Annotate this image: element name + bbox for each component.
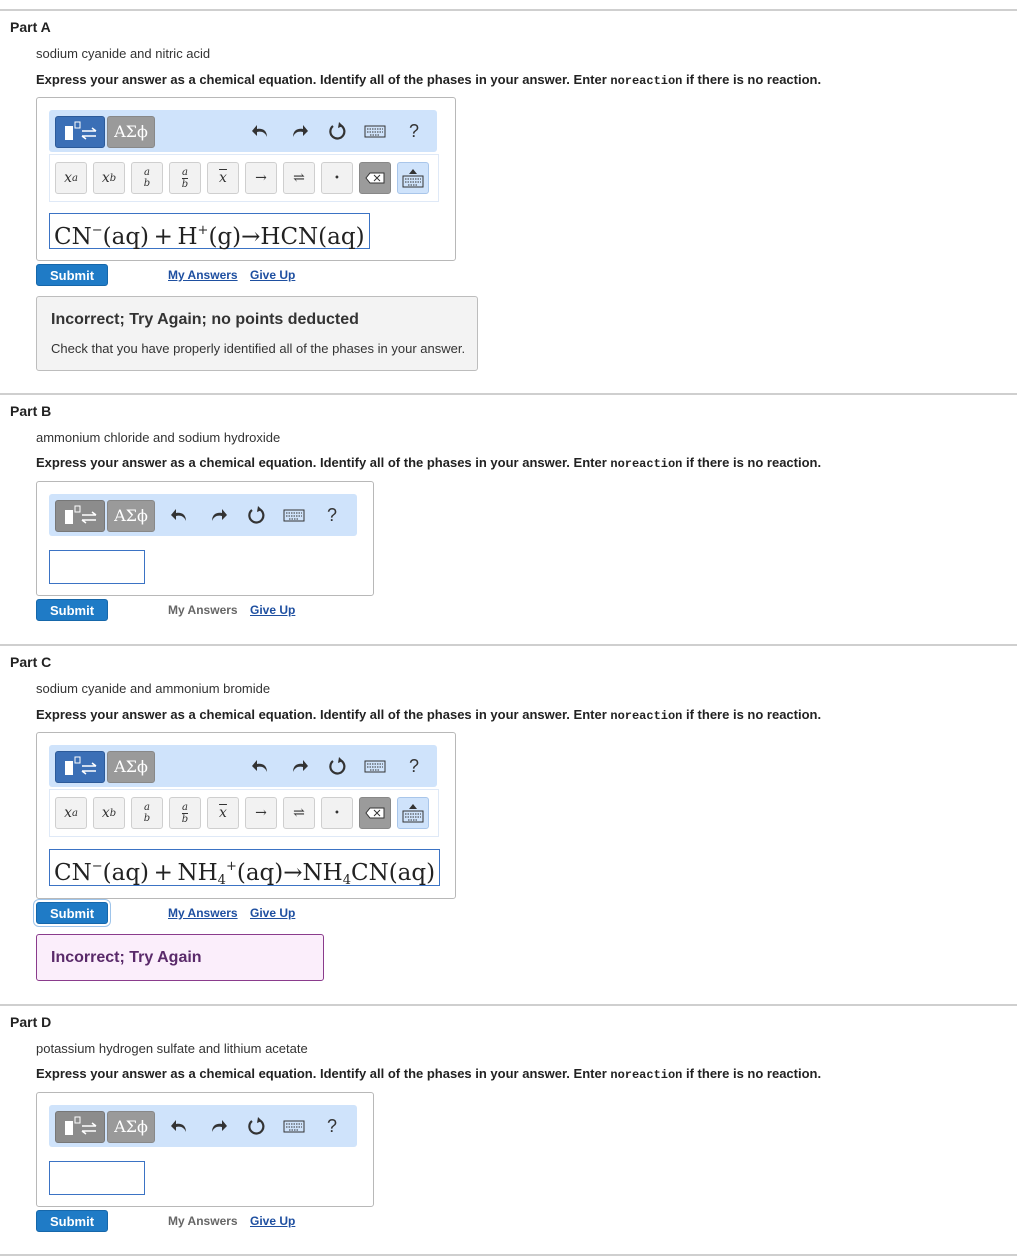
- subscript-key[interactable]: xb: [93, 162, 125, 194]
- part-c-instructions: Express your answer as a chemical equati…: [36, 707, 822, 723]
- greek-symbols-button[interactable]: ΑΣϕ: [107, 116, 155, 148]
- part-c-give-up-link[interactable]: Give Up: [250, 906, 295, 920]
- dot-key[interactable]: •: [321, 797, 353, 829]
- part-b-submit-button[interactable]: Submit: [36, 599, 108, 621]
- part-b-equation-editor: ΑΣϕ ?: [36, 481, 374, 596]
- backspace-icon[interactable]: [359, 162, 391, 194]
- editor-toolbar: ΑΣϕ ?: [49, 1105, 357, 1147]
- editor-toolbar: ΑΣϕ ?: [49, 110, 437, 152]
- undo-icon[interactable]: [168, 1114, 192, 1138]
- keyboard-shortcuts-icon[interactable]: [282, 503, 306, 527]
- templates-button[interactable]: [55, 751, 105, 783]
- redo-icon[interactable]: [206, 503, 230, 527]
- part-a-title: Part A: [10, 19, 51, 35]
- overline-key[interactable]: x: [207, 797, 239, 829]
- part-c-question: sodium cyanide and ammonium bromide: [36, 681, 271, 696]
- part-c-my-answers-link[interactable]: My Answers: [168, 906, 238, 920]
- part-a-feedback: Incorrect; Try Again; no points deducted…: [36, 296, 478, 371]
- redo-icon[interactable]: [287, 119, 311, 143]
- divider: [0, 393, 1017, 395]
- reset-icon[interactable]: [325, 119, 349, 143]
- equilibrium-arrow-key[interactable]: ⇌: [283, 797, 315, 829]
- overline-key[interactable]: x: [207, 162, 239, 194]
- part-a-instructions: Express your answer as a chemical equati…: [36, 72, 822, 88]
- keyboard-shortcuts-icon[interactable]: [363, 754, 387, 778]
- part-c-equation-editor: ΑΣϕ ? xa xb ab ab x → ⇌ • CN−(aq) + NH4+…: [36, 732, 456, 899]
- redo-icon[interactable]: [287, 754, 311, 778]
- reaction-arrow-key[interactable]: →: [245, 162, 277, 194]
- part-d-give-up-link[interactable]: Give Up: [250, 1214, 295, 1228]
- greek-symbols-button[interactable]: ΑΣϕ: [107, 1111, 155, 1143]
- fraction-key[interactable]: ab: [131, 162, 163, 194]
- part-a-answer-field[interactable]: CN−(aq) + H+(g)→HCN(aq): [49, 213, 370, 250]
- part-a-give-up-link[interactable]: Give Up: [250, 268, 295, 282]
- part-a-my-answers-link[interactable]: My Answers: [168, 268, 238, 282]
- part-c-answer-field[interactable]: CN−(aq) + NH4+(aq)→NH4CN(aq): [49, 849, 441, 888]
- templates-button[interactable]: [55, 500, 105, 532]
- part-a-submit-button[interactable]: Submit: [36, 264, 108, 286]
- part-d-submit-button[interactable]: Submit: [36, 1210, 108, 1232]
- reset-icon[interactable]: [244, 1114, 268, 1138]
- redo-icon[interactable]: [206, 1114, 230, 1138]
- reaction-arrow-key[interactable]: →: [245, 797, 277, 829]
- reset-icon[interactable]: [244, 503, 268, 527]
- part-d-question: potassium hydrogen sulfate and lithium a…: [36, 1041, 308, 1056]
- keyboard-shortcuts-icon[interactable]: [282, 1114, 306, 1138]
- feedback-text: Check that you have properly identified …: [51, 341, 466, 356]
- superscript-key[interactable]: xa: [55, 797, 87, 829]
- reset-icon[interactable]: [325, 754, 349, 778]
- part-d-my-answers-link: My Answers: [168, 1214, 238, 1228]
- part-c-submit-button[interactable]: Submit: [36, 902, 108, 924]
- templates-button[interactable]: [55, 1111, 105, 1143]
- part-d-answer-field[interactable]: [49, 1161, 145, 1195]
- superscript-key[interactable]: xa: [55, 162, 87, 194]
- help-icon[interactable]: ?: [402, 754, 426, 778]
- part-a-question: sodium cyanide and nitric acid: [36, 46, 211, 61]
- divider: [0, 1004, 1017, 1006]
- part-b-instructions: Express your answer as a chemical equati…: [36, 455, 822, 471]
- divider: [0, 644, 1017, 646]
- divider: [0, 9, 1017, 11]
- equilibrium-arrow-key[interactable]: ⇌: [283, 162, 315, 194]
- greek-symbols-button[interactable]: ΑΣϕ: [107, 751, 155, 783]
- fraction-key[interactable]: ab: [131, 797, 163, 829]
- greek-symbols-button[interactable]: ΑΣϕ: [107, 500, 155, 532]
- help-icon[interactable]: ?: [320, 1114, 344, 1138]
- undo-icon[interactable]: [249, 119, 273, 143]
- editor-toolbar: ΑΣϕ ?: [49, 494, 357, 536]
- symbol-keypad: xa xb ab ab x → ⇌ •: [49, 154, 439, 202]
- part-c-feedback: Incorrect; Try Again: [36, 934, 324, 981]
- part-a-equation-editor: ΑΣϕ ? xa xb ab ab x → ⇌ • CN−(aq) + H+(g…: [36, 97, 456, 261]
- part-c-title: Part C: [10, 654, 52, 670]
- dot-key[interactable]: •: [321, 162, 353, 194]
- keyboard-shortcuts-icon[interactable]: [363, 119, 387, 143]
- part-b-give-up-link[interactable]: Give Up: [250, 603, 295, 617]
- feedback-title: Incorrect; Try Again: [51, 949, 202, 966]
- help-icon[interactable]: ?: [320, 503, 344, 527]
- symbol-keypad: xa xb ab ab x → ⇌ •: [49, 789, 439, 837]
- part-d-equation-editor: ΑΣϕ ?: [36, 1092, 374, 1207]
- help-icon[interactable]: ?: [402, 119, 426, 143]
- subscript-key[interactable]: xb: [93, 797, 125, 829]
- part-b-answer-field[interactable]: [49, 550, 145, 584]
- feedback-title: Incorrect; Try Again; no points deducted: [51, 311, 359, 328]
- part-d-title: Part D: [10, 1014, 52, 1030]
- editor-toolbar: ΑΣϕ ?: [49, 745, 437, 787]
- backspace-icon[interactable]: [359, 797, 391, 829]
- part-b-question: ammonium chloride and sodium hydroxide: [36, 430, 281, 445]
- keyboard-toggle-icon[interactable]: [397, 162, 429, 194]
- undo-icon[interactable]: [249, 754, 273, 778]
- fraction-bar-key[interactable]: ab: [169, 162, 201, 194]
- undo-icon[interactable]: [168, 503, 192, 527]
- templates-button[interactable]: [55, 116, 105, 148]
- part-b-my-answers-link: My Answers: [168, 603, 238, 617]
- fraction-bar-key[interactable]: ab: [169, 797, 201, 829]
- part-d-instructions: Express your answer as a chemical equati…: [36, 1066, 822, 1082]
- part-b-title: Part B: [10, 403, 52, 419]
- keyboard-toggle-icon[interactable]: [397, 797, 429, 829]
